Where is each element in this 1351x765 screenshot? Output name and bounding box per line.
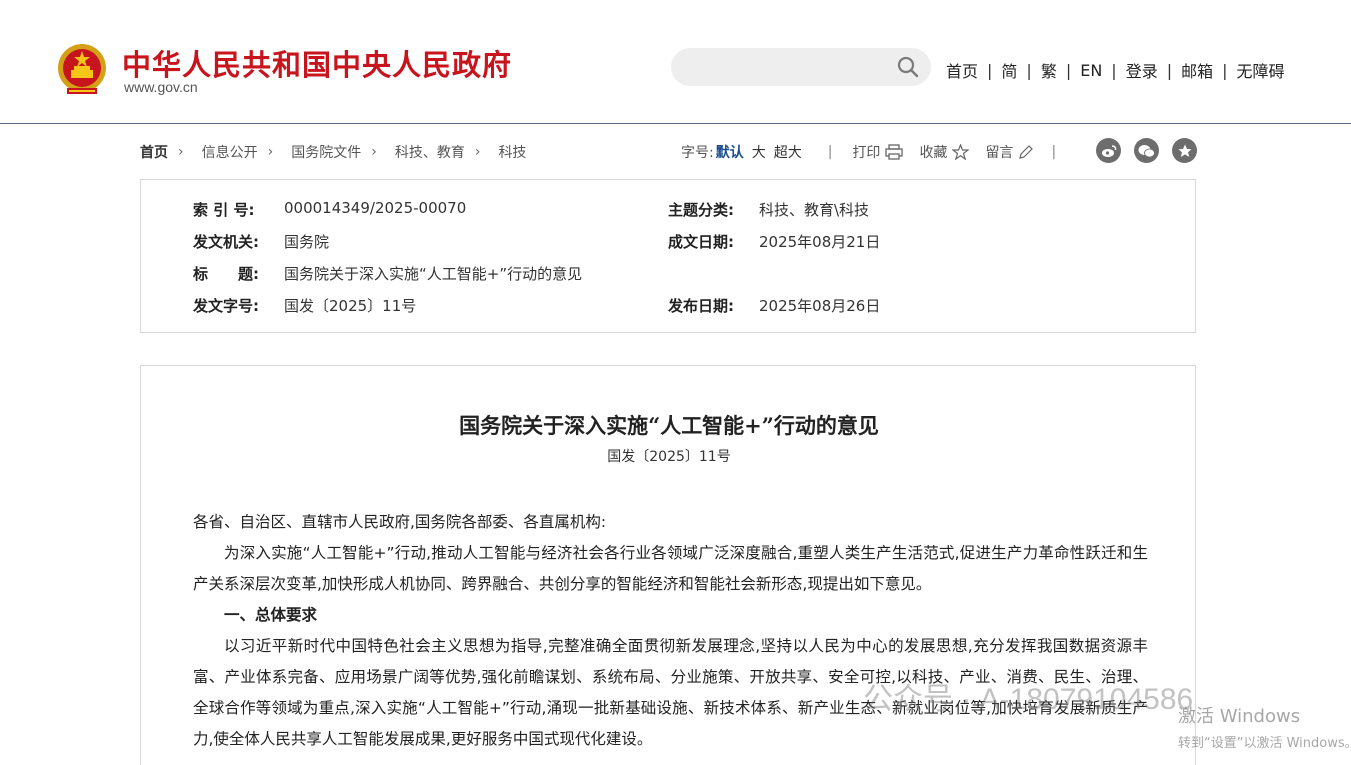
nav-separator: |	[1166, 60, 1173, 80]
meta-issuer: 发文机关: 国务院	[193, 231, 329, 252]
site-header: 中华人民共和国中央人民政府 www.gov.cn 首页 | 简 | 繁 | EN…	[0, 0, 1351, 124]
breadcrumb: 首页 › 信息公开 › 国务院文件 › 科技、教育 › 科技	[140, 142, 526, 162]
meta-value: 000014349/2025-00070	[284, 199, 467, 217]
print-label: 打印	[852, 145, 881, 161]
favorite-label: 收藏	[919, 145, 948, 161]
watermark-text: 公众号 · A-18079104586	[863, 683, 1194, 716]
meta-label: 索 引 号:	[193, 201, 255, 219]
breadcrumb-state-council-docs[interactable]: 国务院文件	[291, 142, 361, 162]
breadcrumb-arrow-icon: ›	[178, 144, 184, 160]
nav-english[interactable]: EN	[1080, 61, 1102, 80]
meta-value: 2025年08月21日	[759, 233, 881, 251]
breadcrumb-bar: 首页 › 信息公开 › 国务院文件 › 科技、教育 › 科技 字号: 默认 大 …	[140, 138, 1197, 164]
nav-traditional[interactable]: 繁	[1041, 58, 1057, 82]
breadcrumb-home[interactable]: 首页	[140, 142, 168, 162]
meta-value: 国务院关于深入实施“人工智能+”行动的意见	[284, 265, 583, 283]
meta-label: 发布日期:	[668, 297, 734, 315]
meta-written-date: 成文日期: 2025年08月21日	[668, 231, 880, 252]
activation-subtitle: 转到“设置”以激活 Windows。	[1178, 736, 1351, 751]
activation-title: 激活 Windows	[1178, 706, 1301, 727]
nav-mail[interactable]: 邮箱	[1181, 58, 1213, 82]
pencil-icon	[1019, 144, 1034, 159]
tools-divider: |	[1051, 144, 1057, 160]
meta-label: 成文日期:	[668, 233, 734, 251]
wechat-icon[interactable]	[1134, 138, 1159, 163]
meta-index: 索 引 号: 000014349/2025-00070	[193, 199, 466, 220]
breadcrumb-sci[interactable]: 科技	[498, 142, 526, 162]
meta-title: 标 题: 国务院关于深入实施“人工智能+”行动的意见	[193, 263, 582, 284]
meta-label: 发文机关:	[193, 233, 259, 251]
font-size-label: 字号:	[681, 145, 714, 161]
breadcrumb-arrow-icon: ›	[267, 144, 274, 160]
top-nav: 首页 | 简 | 繁 | EN | 登录 | 邮箱 | 无障碍	[946, 58, 1285, 82]
meta-label: 发文字号:	[193, 297, 259, 315]
meta-topic: 主题分类: 科技、教育\科技	[668, 199, 869, 220]
print-button[interactable]: 打印	[852, 142, 904, 162]
nav-simplified[interactable]: 简	[1001, 58, 1017, 82]
site-domain: www.gov.cn	[124, 79, 198, 95]
meta-value: 科技、教育\科技	[759, 201, 870, 219]
article-paragraph: 为深入实施“人工智能+”行动,推动人工智能与经济社会各行业各领域广泛深度融合,重…	[193, 544, 1148, 593]
meta-label: 主题分类:	[668, 201, 734, 219]
article-salutation: 各省、自治区、直辖市人民政府,国务院各部委、各直属机构:	[193, 513, 607, 531]
nav-accessibility[interactable]: 无障碍	[1237, 58, 1285, 82]
windows-activation-notice: 激活 Windows 转到“设置”以激活 Windows。	[1178, 702, 1351, 751]
nav-home[interactable]: 首页	[946, 58, 978, 82]
search-input[interactable]	[671, 48, 881, 86]
meta-value: 国发〔2025〕11号	[284, 297, 417, 315]
qzone-icon[interactable]	[1172, 138, 1197, 163]
weibo-icon[interactable]	[1096, 138, 1121, 163]
comment-button[interactable]: 留言	[985, 142, 1034, 162]
article-title: 国务院关于深入实施“人工智能+”行动的意见	[459, 413, 879, 438]
nav-separator: |	[987, 60, 993, 80]
breadcrumb-arrow-icon: ›	[474, 144, 481, 160]
font-size-xlarge[interactable]: 超大	[774, 142, 802, 162]
meta-docno: 发文字号: 国发〔2025〕11号	[193, 295, 416, 316]
article-heading: 一、总体要求	[224, 606, 318, 624]
search-icon[interactable]	[897, 56, 919, 78]
breadcrumb-sci-edu[interactable]: 科技、教育	[395, 142, 465, 162]
meta-value: 国务院	[284, 233, 330, 251]
star-icon	[952, 144, 970, 160]
tools-divider: |	[827, 144, 833, 160]
nav-separator: |	[1222, 60, 1228, 80]
nav-separator: |	[1111, 60, 1117, 80]
document-metadata: 索 引 号: 000014349/2025-00070 主题分类: 科技、教育\…	[140, 179, 1196, 333]
nav-login[interactable]: 登录	[1126, 58, 1158, 82]
breadcrumb-info-public[interactable]: 信息公开	[202, 142, 258, 162]
meta-label: 标 题:	[193, 265, 259, 283]
search-box	[671, 48, 931, 86]
article-tools: 字号: 默认 大 超大 | 打印 收藏 留言 |	[681, 142, 1056, 162]
font-size-large[interactable]: 大	[752, 142, 766, 162]
share-icons	[1096, 138, 1210, 163]
breadcrumb-arrow-icon: ›	[371, 144, 377, 160]
nav-separator: |	[1026, 60, 1032, 80]
comment-label: 留言	[985, 145, 1014, 161]
national-emblem-icon[interactable]	[57, 42, 107, 96]
printer-icon	[885, 144, 904, 160]
font-size-default[interactable]: 默认	[716, 142, 744, 162]
meta-value: 2025年08月26日	[759, 297, 881, 315]
nav-separator: |	[1065, 60, 1072, 80]
meta-published-date: 发布日期: 2025年08月26日	[668, 295, 880, 316]
article-docno: 国发〔2025〕11号	[607, 449, 731, 465]
favorite-button[interactable]: 收藏	[919, 142, 970, 162]
site-title[interactable]: 中华人民共和国中央人民政府	[122, 42, 512, 84]
